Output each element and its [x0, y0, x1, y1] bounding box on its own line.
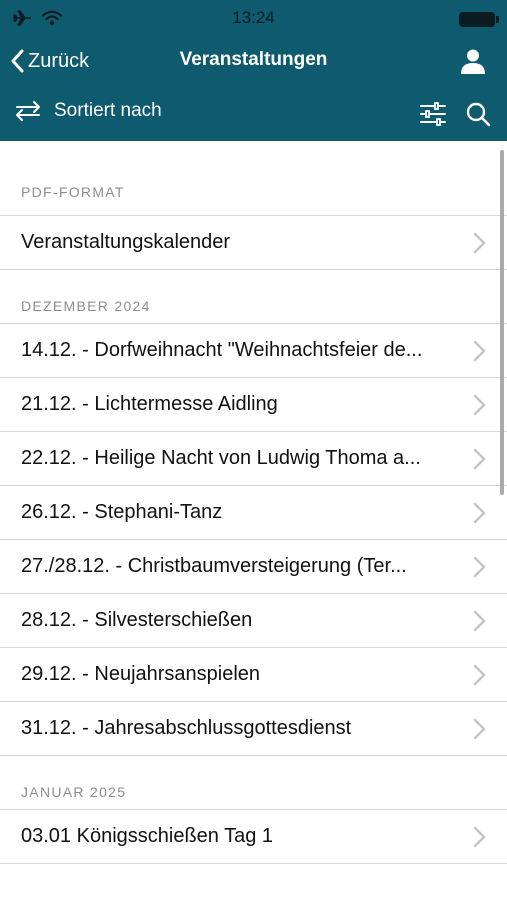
list-item[interactable]: 21.12. - Lichtermesse Aidling — [0, 378, 507, 432]
list-item-label: 03.01 Königsschießen Tag 1 — [21, 825, 274, 847]
section-header: DEZEMBER 2024 — [0, 270, 507, 324]
sliders-icon[interactable] — [419, 102, 447, 126]
battery-icon — [459, 12, 499, 27]
chevron-right-icon — [473, 394, 486, 415]
sort-label: Sortiert nach — [54, 100, 162, 121]
list-item[interactable]: 26.12. - Stephani-Tanz — [0, 486, 507, 540]
chevron-right-icon — [473, 448, 486, 469]
chevron-right-icon — [473, 664, 486, 685]
app-header: 13:24 Zurück Veranstaltungen Sortiert na… — [0, 0, 507, 141]
list-item[interactable]: 22.12. - Heilige Nacht von Ludwig Thoma … — [0, 432, 507, 486]
list-item-label: 21.12. - Lichtermesse Aidling — [21, 393, 278, 415]
list-item-label: 26.12. - Stephani-Tanz — [21, 501, 223, 523]
list-item[interactable]: 14.12. - Dorfweihnacht "Weihnachtsfeier … — [0, 324, 507, 378]
chevron-left-icon — [11, 49, 24, 73]
chevron-right-icon — [473, 610, 486, 631]
list-item-label: 27./28.12. - Christbaumversteigerung (Te… — [21, 555, 407, 577]
list-item[interactable]: Veranstaltungskalender — [0, 216, 507, 270]
section-header: JANUAR 2025 — [0, 756, 507, 810]
chevron-right-icon — [473, 826, 486, 847]
list-item-label: 28.12. - Silvesterschießen — [21, 609, 253, 631]
sort-toolbar: Sortiert nach — [0, 86, 507, 141]
chevron-right-icon — [473, 718, 486, 739]
status-bar: 13:24 — [0, 0, 507, 36]
chevron-right-icon — [473, 502, 486, 523]
list-item[interactable]: 03.01 Königsschießen Tag 1 — [0, 810, 507, 864]
list-item-label: Veranstaltungskalender — [21, 231, 231, 253]
chevron-right-icon — [473, 232, 486, 253]
section-header: PDF-FORMAT — [0, 141, 507, 216]
list-item[interactable]: 29.12. - Neujahrsanspielen — [0, 648, 507, 702]
search-icon[interactable] — [465, 101, 491, 127]
sort-button[interactable]: Sortiert nach — [14, 99, 162, 123]
list-item[interactable]: 28.12. - Silvesterschießen — [0, 594, 507, 648]
list-item-label: 22.12. - Heilige Nacht von Ludwig Thoma … — [21, 447, 421, 469]
status-time: 13:24 — [232, 8, 275, 27]
back-button-label: Zurück — [28, 49, 90, 72]
list-item-label: 31.12. - Jahresabschlussgottesdienst — [21, 717, 352, 739]
person-icon[interactable] — [459, 47, 487, 75]
list-item-label: 29.12. - Neujahrsanspielen — [21, 663, 261, 685]
chevron-right-icon — [473, 340, 486, 361]
event-list[interactable]: PDF-FORMAT Veranstaltungskalender DEZEMB… — [0, 141, 507, 900]
nav-bar: Zurück Veranstaltungen — [0, 36, 507, 86]
list-item[interactable]: 31.12. - Jahresabschlussgottesdienst — [0, 702, 507, 756]
back-button[interactable]: Zurück — [10, 46, 89, 76]
list-item-label: 14.12. - Dorfweihnacht "Weihnachtsfeier … — [21, 339, 423, 361]
list-item[interactable]: 27./28.12. - Christbaumversteigerung (Te… — [0, 540, 507, 594]
chevron-right-icon — [473, 556, 486, 577]
sort-arrows-icon — [16, 101, 40, 121]
scrollbar[interactable] — [500, 150, 504, 495]
